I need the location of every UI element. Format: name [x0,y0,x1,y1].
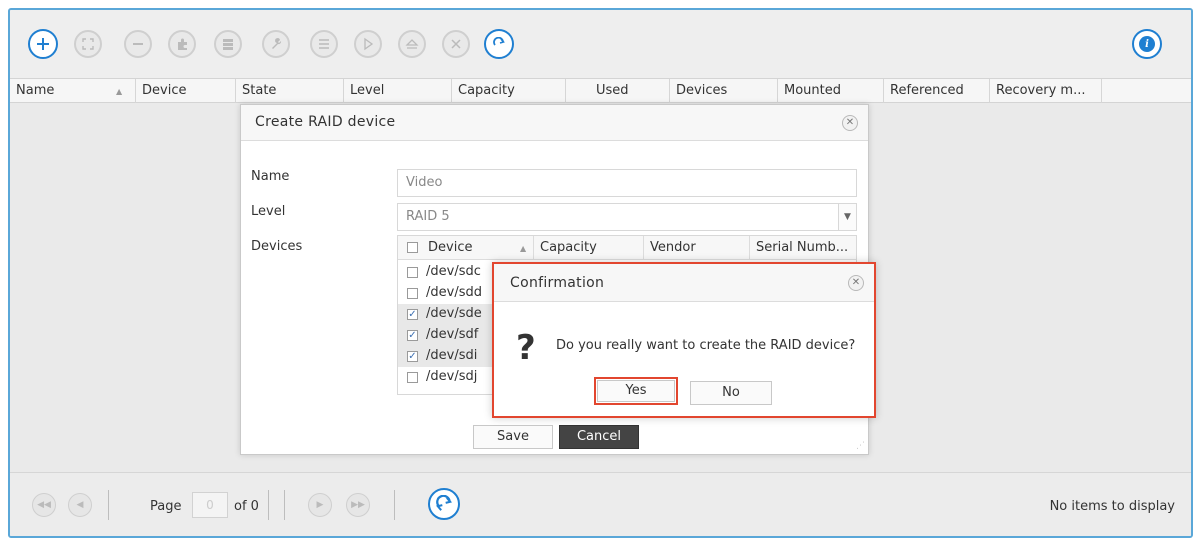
divider [394,490,395,520]
page-label: Page [150,499,182,514]
confirmation-dialog: Confirmation ✕ ? Do you really want to c… [492,262,876,418]
device-row[interactable]: ✓ /dev/sdi [398,346,492,367]
level-label: Level [251,204,286,219]
level-select-value: RAID 5 [406,209,450,224]
name-input[interactable]: Video [397,169,857,197]
confirmation-title-bar[interactable]: Confirmation ✕ [494,264,874,302]
device-row[interactable]: /dev/sdj [398,367,492,388]
dialog-close-icon[interactable]: ✕ [842,115,858,131]
name-label: Name [251,169,290,184]
select-all-checkbox[interactable] [407,242,418,253]
device-checkbox-checked[interactable]: ✓ [407,309,418,320]
dialog-title-bar[interactable]: Create RAID device ✕ [241,105,868,141]
question-icon: ? [516,328,536,368]
yes-button[interactable]: Yes [597,380,675,402]
close-icon[interactable] [442,30,470,58]
column-header-state[interactable]: State [236,79,344,103]
prev-page-icon[interactable]: ◀ [68,493,92,517]
no-button[interactable]: No [690,381,772,405]
next-page-icon[interactable]: ▶ [308,493,332,517]
disk-icon[interactable] [214,30,242,58]
sort-asc-icon: ▲ [520,244,527,253]
puzzle-icon[interactable] [168,30,196,58]
column-header-devices[interactable]: Devices [670,79,778,103]
pager: ◀◀ ◀ Page 0 of 0 ▶ ▶▶ No items to displa… [10,472,1191,536]
add-icon[interactable] [28,29,58,59]
chevron-down-icon[interactable]: ▼ [838,204,856,230]
last-page-icon[interactable]: ▶▶ [346,493,370,517]
column-header-capacity[interactable]: Capacity [452,79,566,103]
list-icon[interactable] [310,30,338,58]
level-select[interactable]: RAID 5 ▼ [397,203,857,231]
info-icon[interactable]: i [1132,29,1162,59]
resize-grip-icon[interactable]: ⋰ [856,442,866,452]
play-icon[interactable] [354,30,382,58]
toolbar: i [10,10,1191,82]
divider [268,490,269,520]
device-row[interactable]: ✓ /dev/sdf [398,325,492,346]
device-checkbox[interactable] [407,267,418,278]
divider [108,490,109,520]
devices-col-vendor[interactable]: Vendor [644,236,750,260]
column-header-recovery[interactable]: Recovery m... [990,79,1102,103]
grid-header: Name ▲ Device State Level Capacity Used … [10,78,1191,103]
device-checkbox-checked[interactable]: ✓ [407,330,418,341]
first-page-icon[interactable]: ◀◀ [32,493,56,517]
device-row[interactable]: ✓ /dev/sde [398,304,492,325]
column-header-used[interactable]: Used [566,79,670,103]
column-header-device[interactable]: Device [136,79,236,103]
devices-table-header: Device ▲ Capacity Vendor Serial Numb... [398,236,856,260]
device-row[interactable]: /dev/sdd [398,283,492,304]
cancel-button[interactable]: Cancel [559,425,639,449]
device-checkbox-checked[interactable]: ✓ [407,351,418,362]
device-row[interactable]: /dev/sdc [398,262,492,283]
page-number-input[interactable]: 0 [192,492,228,518]
empty-status: No items to display [1049,499,1175,514]
device-checkbox[interactable] [407,288,418,299]
devices-col-device[interactable]: Device ▲ [422,236,534,260]
confirmation-message: Do you really want to create the RAID de… [556,338,856,353]
column-header-referenced[interactable]: Referenced [884,79,990,103]
column-header-level[interactable]: Level [344,79,452,103]
column-header-mounted[interactable]: Mounted [778,79,884,103]
devices-col-capacity[interactable]: Capacity [534,236,644,260]
divider [284,490,285,520]
sort-asc-icon: ▲ [116,87,123,96]
devices-col-serial[interactable]: Serial Numb... [750,236,856,260]
refresh-grid-icon[interactable] [428,488,460,520]
expand-icon[interactable] [74,30,102,58]
confirmation-title: Confirmation [510,275,605,291]
confirmation-close-icon[interactable]: ✕ [848,275,864,291]
refresh-icon[interactable] [484,29,514,59]
eject-icon[interactable] [398,30,426,58]
page-count-label: of 0 [234,499,259,514]
remove-icon[interactable] [124,30,152,58]
column-header-name[interactable]: Name ▲ [10,79,136,103]
device-checkbox[interactable] [407,372,418,383]
dialog-title: Create RAID device [255,114,396,130]
wrench-icon[interactable] [262,30,290,58]
devices-label: Devices [251,239,303,254]
save-button[interactable]: Save [473,425,553,449]
yes-highlight: Yes [594,377,678,405]
